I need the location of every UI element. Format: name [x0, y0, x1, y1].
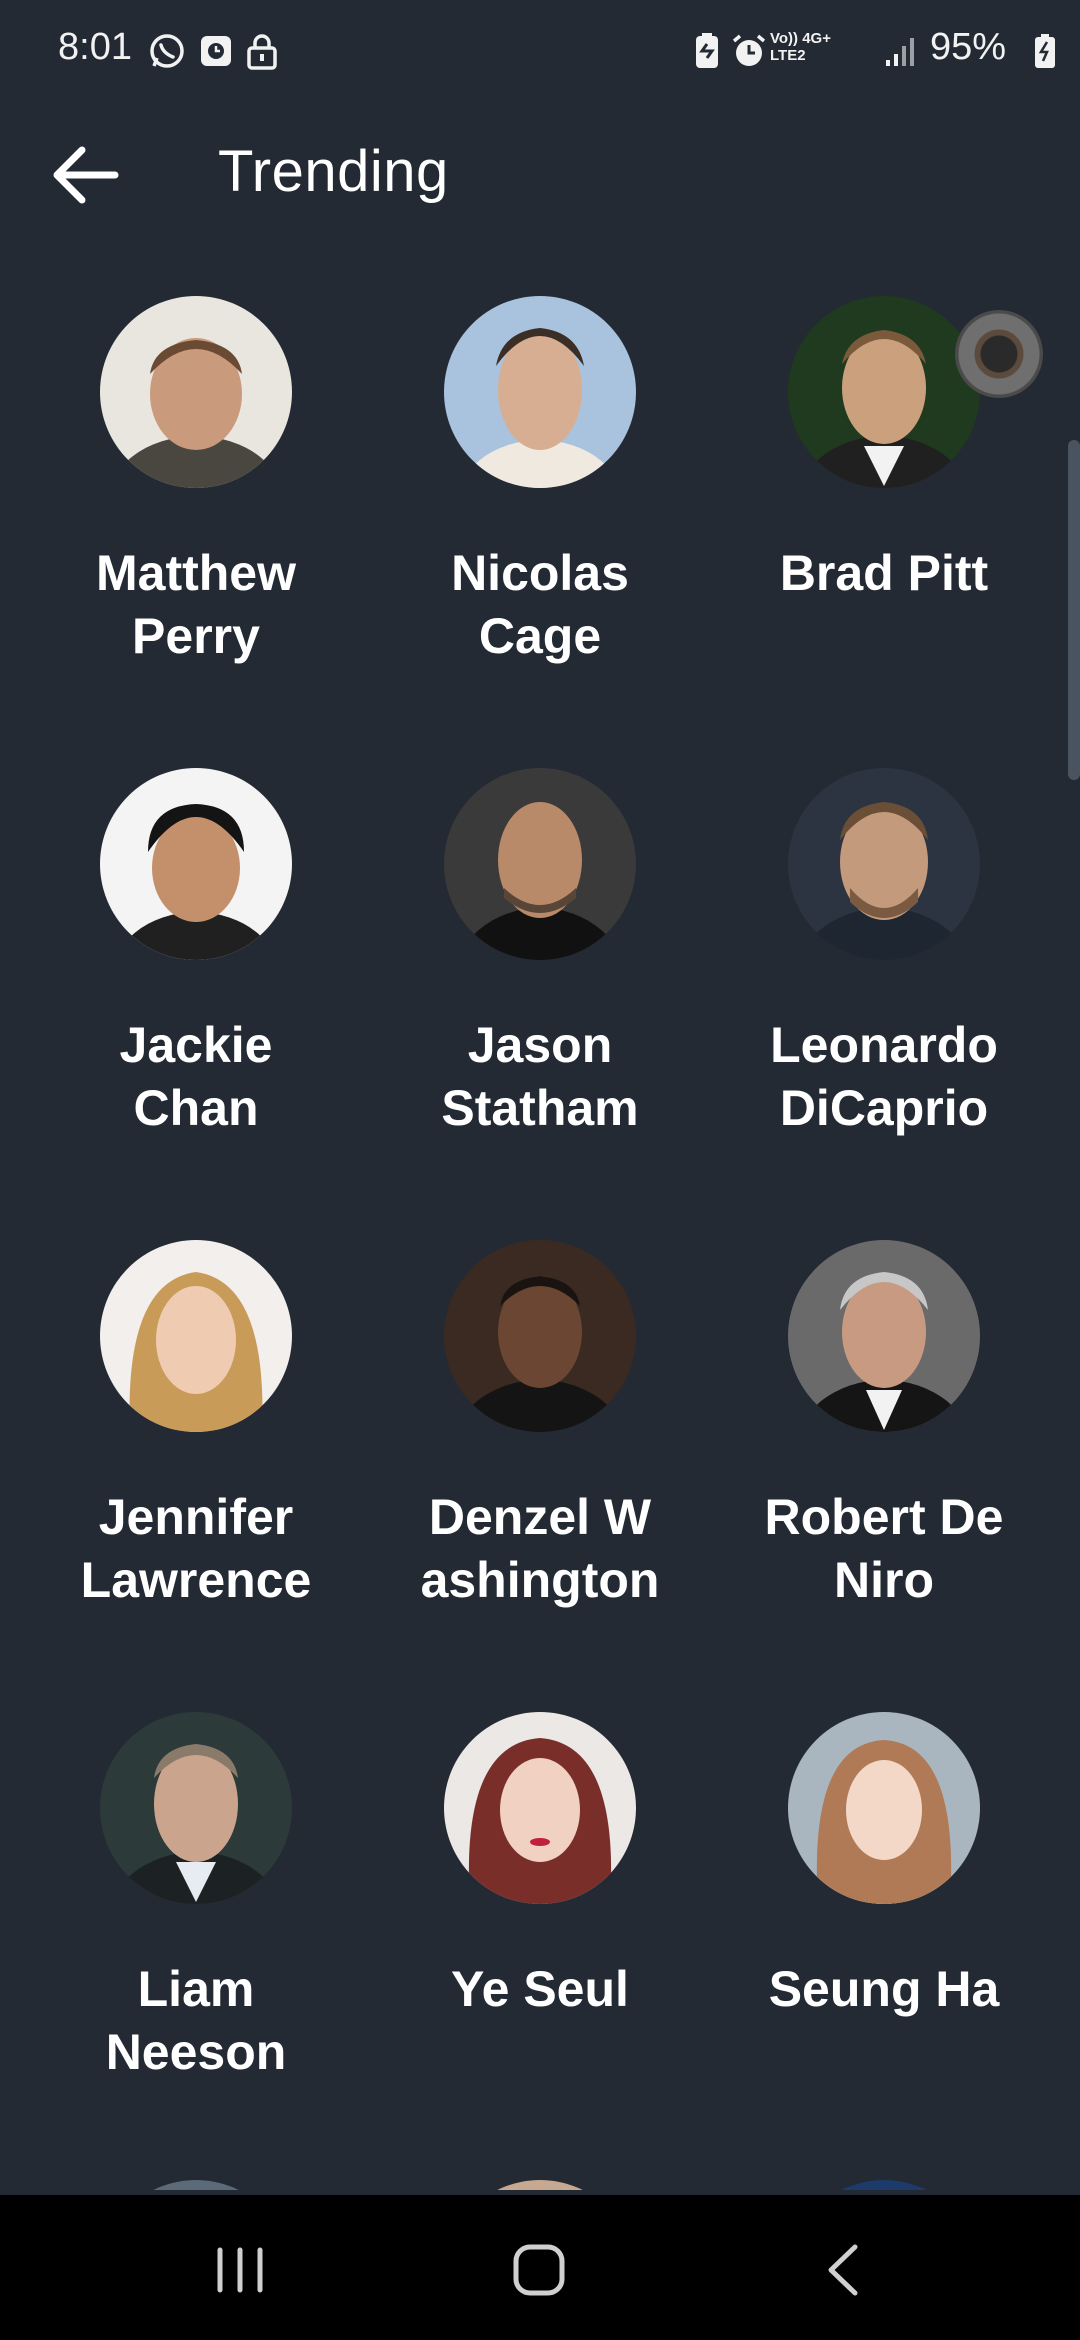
person-name: Jason Statham: [441, 1017, 639, 1136]
denzel-washington-avatar[interactable]: [444, 1240, 636, 1432]
person-name: Brad Pitt: [779, 545, 989, 601]
avatar-partial-3[interactable]: [788, 2180, 980, 2190]
liam-neeson-avatar[interactable]: [100, 1712, 292, 1904]
status-right: Vo)) 4G+ LTE2 95%: [660, 0, 1080, 100]
floating-eye-button[interactable]: [955, 310, 1043, 398]
recents-button[interactable]: [200, 2235, 280, 2305]
person-card-seung-ha[interactable]: Seung Ha: [712, 1696, 1056, 2156]
lock-icon: [247, 34, 277, 70]
person-card-denzel-washington[interactable]: Denzel W ashington: [368, 1224, 712, 1684]
ye-seul-avatar[interactable]: [444, 1712, 636, 1904]
person-card-leonardo-dicaprio[interactable]: Leonardo DiCaprio: [712, 752, 1056, 1212]
person-card-jackie-chan[interactable]: Jackie Chan: [24, 752, 368, 1212]
person-name: Seung Ha: [768, 1961, 1000, 2017]
nav-back-button[interactable]: [805, 2235, 885, 2305]
person-name: Jennifer Lawrence: [80, 1489, 312, 1608]
jason-statham-avatar[interactable]: [444, 768, 636, 960]
person-card-jason-statham[interactable]: Jason Statham: [368, 752, 712, 1212]
battery-percentage: 95%: [930, 26, 1007, 68]
app-bar: Trending: [0, 110, 1080, 230]
alarm-icon: [732, 34, 766, 66]
person-card-liam-neeson[interactable]: Liam Neeson: [24, 1696, 368, 2156]
nav-back-icon: [828, 2244, 858, 2296]
seung-ha-avatar[interactable]: [788, 1712, 980, 1904]
recents-icon: [217, 2247, 263, 2293]
avatar-partial-1[interactable]: [100, 2180, 292, 2190]
page-title: Trending: [218, 139, 449, 204]
home-icon: [513, 2244, 565, 2296]
battery-icon: [1035, 34, 1055, 68]
whatsapp-icon: [150, 34, 184, 68]
brad-pitt-avatar[interactable]: [788, 296, 980, 488]
network-top: Vo)) 4G+: [770, 30, 831, 47]
system-nav-bar: [0, 2195, 1080, 2340]
arrow-back-icon: [53, 146, 119, 204]
person-name: Jackie Chan: [119, 1017, 273, 1136]
screen: 8:01 Vo)) 4G+ LTE2 95% Trending Matthew …: [0, 0, 1080, 2340]
person-card-jennifer-lawrence[interactable]: Jennifer Lawrence: [24, 1224, 368, 1684]
notification-icon: [201, 36, 231, 66]
person-name: Ye Seul: [451, 1961, 629, 2017]
person-name: Robert De Niro: [764, 1489, 1004, 1608]
back-button[interactable]: [40, 130, 130, 220]
trending-grid: Matthew Perry Nicolas Cage Brad Pitt Jac…: [0, 280, 1080, 2190]
person-card-nicolas-cage[interactable]: Nicolas Cage: [368, 280, 712, 740]
network-bottom: LTE2: [770, 47, 806, 64]
person-card-ye-seul[interactable]: Ye Seul: [368, 1696, 712, 2156]
jennifer-lawrence-avatar[interactable]: [100, 1240, 292, 1432]
avatar-partial-2[interactable]: [444, 2180, 636, 2190]
matthew-perry-avatar[interactable]: [100, 296, 292, 488]
scrollbar[interactable]: [1068, 440, 1080, 780]
person-name: Leonardo DiCaprio: [770, 1017, 998, 1136]
robert-de-niro-avatar[interactable]: [788, 1240, 980, 1432]
network-indicator: Vo)) 4G+ LTE2: [770, 30, 860, 70]
person-name: Nicolas Cage: [451, 545, 629, 664]
signal-icon: [886, 38, 914, 66]
jackie-chan-avatar[interactable]: [100, 768, 292, 960]
person-card-matthew-perry[interactable]: Matthew Perry: [24, 280, 368, 740]
leonardo-dicaprio-avatar[interactable]: [788, 768, 980, 960]
battery-saver-icon: [696, 33, 718, 68]
home-button[interactable]: [500, 2235, 580, 2305]
status-bar: 8:01 Vo)) 4G+ LTE2 95%: [0, 0, 1080, 100]
person-name: Denzel W ashington: [420, 1489, 660, 1608]
person-name: Matthew Perry: [96, 545, 296, 664]
status-time: 8:01: [58, 26, 132, 68]
nicolas-cage-avatar[interactable]: [444, 296, 636, 488]
person-card-robert-de-niro[interactable]: Robert De Niro: [712, 1224, 1056, 1684]
person-name: Liam Neeson: [105, 1961, 287, 2080]
